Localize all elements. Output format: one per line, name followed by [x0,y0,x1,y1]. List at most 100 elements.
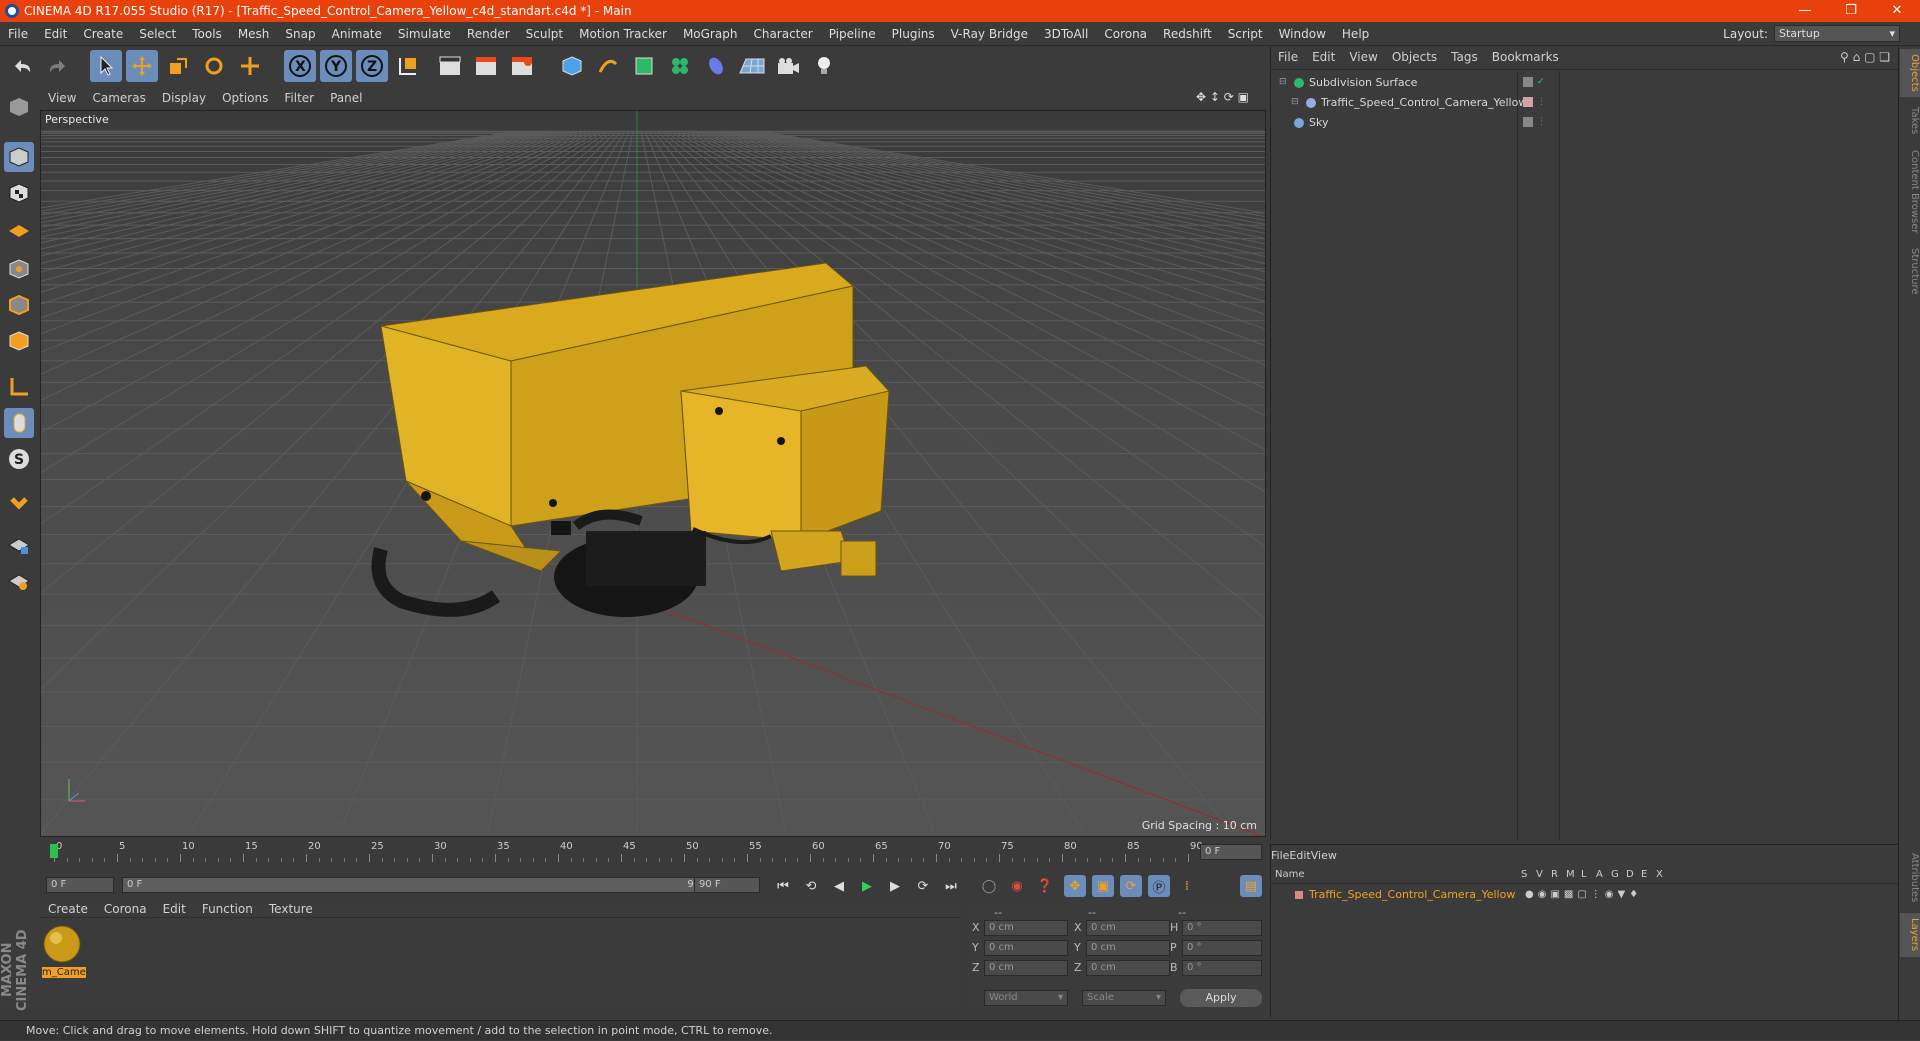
material-menu-create[interactable]: Create [40,902,96,916]
viewport-menu-view[interactable]: View [40,91,84,105]
home-icon[interactable]: ⌂ [1853,50,1861,64]
autokey-button[interactable]: ◉ [1006,875,1028,897]
rotate-tool-button[interactable] [198,50,230,82]
layer-tag-icon[interactable] [1523,97,1533,107]
menu-mesh[interactable]: Mesh [230,27,278,41]
material-menu-edit[interactable]: Edit [155,902,194,916]
menu-select[interactable]: Select [131,27,184,41]
layer-menu-edit[interactable]: Edit [1289,849,1310,862]
size-mode-dropdown[interactable]: Scale ▾ [1082,990,1166,1006]
size-field[interactable]: 0 cm [1086,960,1170,976]
edges-mode-button[interactable] [4,290,34,320]
viewport-menu-filter[interactable]: Filter [276,91,322,105]
start-frame-field[interactable]: 0 F [46,877,114,893]
make-editable-button[interactable] [4,92,34,122]
object-name[interactable]: Traffic_Speed_Control_Camera_Yellow [1321,93,1527,112]
layer-flags-icons[interactable]: ●◉▣▩▢⋮◉▼♦ [1525,889,1642,900]
scale-tool-button[interactable] [162,50,194,82]
add-subdivision-button[interactable] [628,50,660,82]
close-button[interactable]: ✕ [1874,0,1920,22]
traffic-camera-model[interactable] [41,111,1266,837]
timeline-playhead[interactable] [50,844,58,858]
previous-frame-button[interactable]: ◀ [828,875,850,897]
add-cube-button[interactable] [556,50,588,82]
snap-button[interactable]: S [4,444,34,474]
viewport-menu-cameras[interactable]: Cameras [84,91,153,105]
go-to-start-button[interactable]: ⏮ [772,875,794,897]
minimize-button[interactable]: — [1782,0,1828,22]
layer-column-name[interactable]: Name [1275,869,1305,880]
render-settings-button[interactable] [506,50,538,82]
points-mode-button[interactable] [4,254,34,284]
polygons-mode-button[interactable] [4,326,34,356]
size-field[interactable]: 0 cm [1086,920,1170,936]
object-name[interactable]: Sky [1309,113,1328,132]
layer-column-g[interactable]: G [1611,869,1619,880]
object-menu-tags[interactable]: Tags [1444,50,1485,64]
viewport-menu-options[interactable]: Options [214,91,276,105]
texture-mode-button[interactable] [4,178,34,208]
object-menu-bookmarks[interactable]: Bookmarks [1485,50,1566,64]
layer-color-swatch[interactable] [1295,890,1303,899]
model-mode-button[interactable] [4,142,34,172]
y-axis-lock-button[interactable]: Y [320,50,352,82]
rotation-field[interactable]: 0 ° [1182,960,1262,976]
layer-column-s[interactable]: S [1521,869,1527,880]
key-position-button[interactable]: ✥ [1064,875,1086,897]
layer-row[interactable]: Traffic_Speed_Control_Camera_Yellow ●◉▣▩… [1271,886,1899,903]
pan-icon[interactable]: ✥ [1196,90,1206,104]
tab-attributes[interactable]: Attributes [1900,847,1920,909]
magnet-button[interactable] [4,490,34,520]
layer-menu-view[interactable]: View [1311,849,1337,862]
menu-script[interactable]: Script [1220,27,1271,41]
menu-animate[interactable]: Animate [324,27,390,41]
layer-menu-file[interactable]: File [1271,849,1289,862]
material-menu-corona[interactable]: Corona [96,902,155,916]
position-field[interactable]: 0 cm [984,920,1068,936]
material-swatch[interactable]: m_Came [42,924,86,980]
material-menu-function[interactable]: Function [194,902,261,916]
perspective-viewport[interactable]: Perspective Grid Spacing : 10 cm [40,110,1266,837]
z-axis-lock-button[interactable]: Z [356,50,388,82]
timeline-ruler[interactable]: 0 5 10 15 20 25 30 35 40 45 50 55 60 65 70 75 80 85 90 0 F [40,840,1266,864]
key-parameter-button[interactable]: Ⓟ [1148,875,1170,897]
expand-icon[interactable]: ❏ [1879,50,1890,64]
layout-dropdown[interactable]: Startup ▾ [1774,25,1900,42]
redo-button[interactable] [42,50,74,82]
menu-sculpt[interactable]: Sculpt [518,27,571,41]
menu-help[interactable]: Help [1334,27,1377,41]
visibility-dot-icon[interactable]: ⋮ [1537,97,1546,109]
size-field[interactable]: 0 cm [1086,940,1170,956]
undo-button[interactable] [6,50,38,82]
layer-column-r[interactable]: R [1551,869,1558,880]
layer-tag-icon[interactable] [1523,77,1533,87]
workplane-lock-button[interactable] [4,530,34,560]
add-spline-button[interactable] [592,50,624,82]
x-axis-lock-button[interactable]: X [284,50,316,82]
workplane-mode-button[interactable] [4,214,34,244]
rotation-field[interactable]: 0 ° [1182,920,1262,936]
menu-create[interactable]: Create [75,27,131,41]
visibility-dot-icon[interactable]: ✓ [1537,77,1545,89]
new-view-icon[interactable]: ▢ [1864,50,1875,64]
key-scale-button[interactable]: ▣ [1092,875,1114,897]
coordinate-system-button[interactable] [392,50,424,82]
menu-v-ray-bridge[interactable]: V-Ray Bridge [943,27,1036,41]
menu-window[interactable]: Window [1271,27,1334,41]
object-visibility-toggles[interactable]: ✓ [1523,77,1553,89]
tree-expander-icon[interactable]: ⊟ [1291,93,1301,112]
layer-column-l[interactable]: L [1581,869,1587,880]
tab-layers[interactable]: Layers [1900,913,1920,957]
apply-button[interactable]: Apply [1180,989,1262,1007]
render-picture-viewer-button[interactable] [470,50,502,82]
layer-column-m[interactable]: M [1566,869,1575,880]
next-frame-button[interactable]: ▶ [884,875,906,897]
timeline-window-button[interactable]: ▤ [1240,875,1262,897]
tab-content-browser[interactable]: Content Browser [1900,145,1920,239]
menu-3dtoall[interactable]: 3DToAll [1036,27,1096,41]
menu-character[interactable]: Character [745,27,820,41]
axis-mode-button[interactable] [4,372,34,402]
restore-button[interactable]: ❐ [1828,0,1874,22]
tab-objects[interactable]: Objects [1900,49,1920,97]
object-menu-edit[interactable]: Edit [1305,50,1342,64]
